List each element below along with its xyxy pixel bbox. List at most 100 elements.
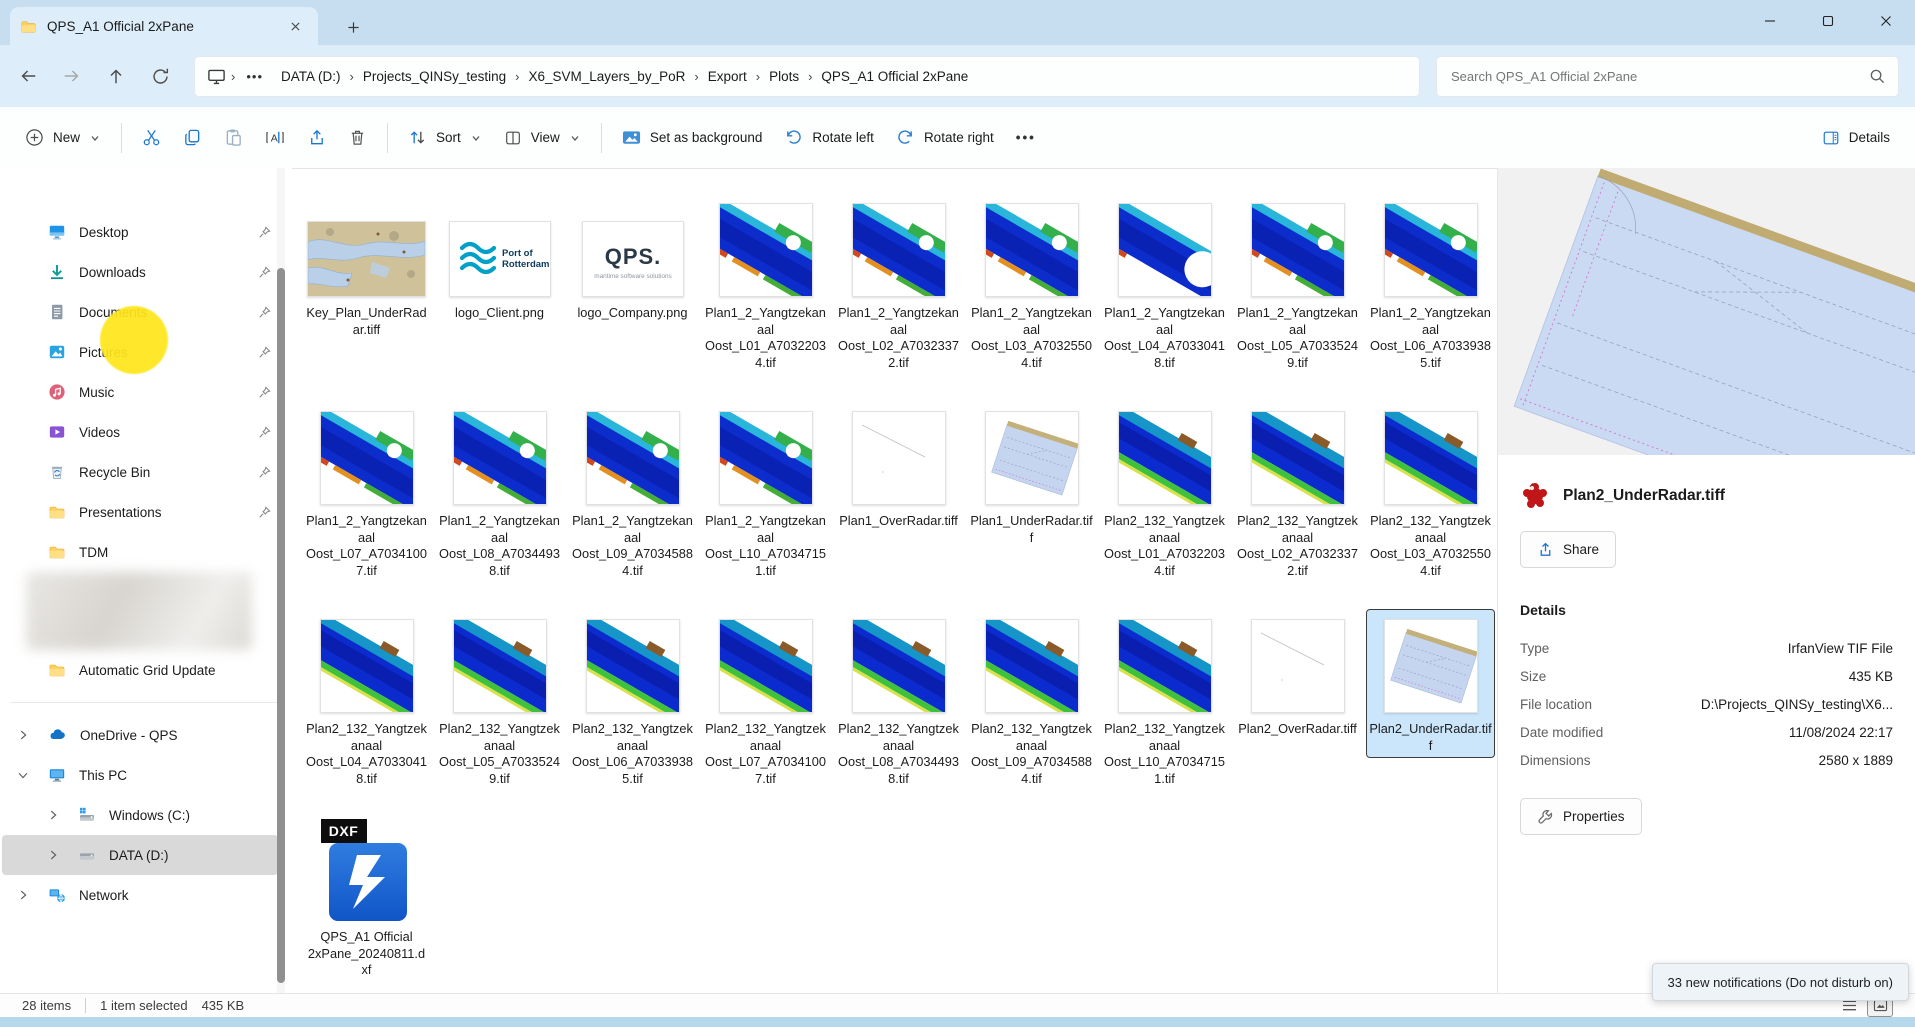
notification-toast[interactable]: 33 new notifications (Do not disturb on) <box>1651 963 1909 1001</box>
sidebar-item-music[interactable]: Music <box>2 372 278 412</box>
documents-icon <box>48 303 66 321</box>
more-options-button[interactable]: ••• <box>1005 121 1047 154</box>
details-pane-button[interactable]: Details <box>1811 120 1901 156</box>
up-button[interactable] <box>94 56 138 96</box>
breadcrumb-item[interactable]: Plots <box>761 65 807 88</box>
properties-button[interactable]: Properties <box>1520 798 1642 835</box>
file-thumbnail <box>585 613 680 713</box>
search-icon[interactable] <box>1869 68 1886 85</box>
rotate-left-button[interactable]: Rotate left <box>773 119 885 156</box>
file-tile[interactable]: Plan2_132_Yangtzekanaal Oost_L02_A703233… <box>1234 402 1361 582</box>
file-tile[interactable]: Plan1_2_Yangtzekanaal Oost_L03_A70325504… <box>968 194 1095 374</box>
sidebar-item-pictures[interactable]: Pictures <box>2 332 278 372</box>
file-tile[interactable]: Plan2_132_Yangtzekanaal Oost_L09_A703458… <box>968 610 1095 790</box>
breadcrumb-item[interactable]: DATA (D:) <box>273 65 349 88</box>
file-tile[interactable]: Key_Plan_UnderRadar.tiff <box>303 194 430 341</box>
sidebar-item-label: Automatic Grid Update <box>79 662 216 678</box>
address-input[interactable]: › ••• DATA (D:) › Projects_QINSy_testing › X… <box>194 55 1420 97</box>
forward-button[interactable] <box>50 56 94 96</box>
chevron-down-icon[interactable] <box>16 768 32 782</box>
file-tile[interactable]: Plan1_2_Yangtzekanaal Oost_L01_A70322034… <box>702 194 829 374</box>
pin-icon <box>257 345 272 360</box>
file-tile[interactable]: Plan2_132_Yangtzekanaal Oost_L10_A703471… <box>1101 610 1228 790</box>
file-tile[interactable]: Plan1_2_Yangtzekanaal Oost_L09_A70345884… <box>569 402 696 582</box>
file-tile[interactable]: Plan2_132_Yangtzekanaal Oost_L08_A703449… <box>835 610 962 790</box>
new-button[interactable]: New <box>14 119 112 156</box>
file-tile[interactable]: Plan2_OverRadar.tiff <box>1234 610 1361 741</box>
sidebar-item-recycle-bin[interactable]: Recycle Bin <box>2 452 278 492</box>
file-tile[interactable]: Plan2_132_Yangtzekanaal Oost_L05_A703352… <box>436 610 563 790</box>
file-thumbnail <box>1383 405 1478 505</box>
file-tile[interactable]: DXF QPS_A1 Official 2xPane_20240811.dxf <box>303 818 430 982</box>
scrollbar-thumb[interactable] <box>277 268 285 983</box>
minimize-button[interactable] <box>1741 0 1799 42</box>
file-tile[interactable]: Plan1_2_Yangtzekanaal Oost_L06_A70339385… <box>1367 194 1494 374</box>
file-tile[interactable]: Plan1_OverRadar.tiff <box>835 402 962 533</box>
sidebar-item-documents[interactable]: Documents <box>2 292 278 332</box>
file-tile[interactable]: Plan2_132_Yangtzekanaal Oost_L03_A703255… <box>1367 402 1494 582</box>
file-name: Plan2_132_Yangtzekanaal Oost_L01_A703220… <box>1104 513 1225 578</box>
preview-file-name: Plan2_UnderRadar.tiff <box>1563 487 1725 504</box>
file-tile[interactable]: Plan1_2_Yangtzekanaal Oost_L07_A70341007… <box>303 402 430 582</box>
breadcrumb-item[interactable]: X6_SVM_Layers_by_PoR <box>521 65 694 88</box>
paste-button[interactable] <box>213 119 254 156</box>
sidebar-item-tdm[interactable]: TDM <box>2 532 278 572</box>
rename-button[interactable]: A <box>254 119 296 156</box>
file-tile[interactable]: Plan1_2_Yangtzekanaal Oost_L02_A70323372… <box>835 194 962 374</box>
file-tile[interactable]: Plan2_132_Yangtzekanaal Oost_L04_A703304… <box>303 610 430 790</box>
file-tile[interactable]: Plan2_132_Yangtzekanaal Oost_L01_A703220… <box>1101 402 1228 582</box>
view-button[interactable]: View <box>493 120 592 156</box>
chevron-right-icon[interactable] <box>16 728 32 742</box>
file-tile[interactable]: Plan1_2_Yangtzekanaal Oost_L08_A70344938… <box>436 402 563 582</box>
share-button[interactable] <box>296 119 337 156</box>
sidebar-item-onedrive-qps[interactable]: OneDrive - QPS <box>2 715 278 755</box>
plan-preview-image <box>1513 168 1915 455</box>
breadcrumb-item[interactable]: Projects_QINSy_testing <box>355 65 514 88</box>
search-box[interactable] <box>1436 55 1899 97</box>
breadcrumb-overflow-icon[interactable]: ••• <box>240 69 269 84</box>
chevron-right-icon[interactable] <box>46 808 62 822</box>
address-bar: › ••• DATA (D:) › Projects_QINSy_testing › X… <box>0 45 1915 107</box>
sidebar-item-network[interactable]: Network <box>2 875 278 915</box>
sidebar-item-this-pc[interactable]: This PC <box>2 755 278 795</box>
file-name: Plan1_2_Yangtzekanaal Oost_L01_A70322034… <box>705 305 826 370</box>
sidebar-item-automatic-grid-update[interactable]: Automatic Grid Update <box>2 650 278 690</box>
new-tab-button[interactable] <box>340 14 366 40</box>
delete-button[interactable] <box>337 119 378 156</box>
refresh-button[interactable] <box>138 56 182 96</box>
maximize-button[interactable] <box>1799 0 1857 42</box>
breadcrumb-item[interactable]: QPS_A1 Official 2xPane <box>813 65 976 88</box>
file-tile[interactable]: Plan1_2_Yangtzekanaal Oost_L04_A70330418… <box>1101 194 1228 374</box>
file-tile[interactable]: Plan1_2_Yangtzekanaal Oost_L10_A70347151… <box>702 402 829 582</box>
pin-icon <box>257 465 272 480</box>
file-tile[interactable]: Plan2_132_Yangtzekanaal Oost_L06_A703393… <box>569 610 696 790</box>
sidebar-item-windows-c[interactable]: Windows (C:) <box>2 795 278 835</box>
file-tile[interactable]: Plan1_UnderRadar.tiff <box>968 402 1095 549</box>
rotate-right-button[interactable]: Rotate right <box>885 119 1005 156</box>
sidebar-item-videos[interactable]: Videos <box>2 412 278 452</box>
sidebar-scrollbar[interactable] <box>277 168 285 994</box>
file-tile[interactable]: Port of Rotterdam logo_Client.png <box>436 194 563 325</box>
file-tile[interactable]: Plan2_132_Yangtzekanaal Oost_L07_A703410… <box>702 610 829 790</box>
chevron-right-icon[interactable] <box>16 888 32 902</box>
file-tile[interactable]: QPS. maritime software solutions logo_Comp… <box>569 194 696 325</box>
file-tile[interactable]: Plan1_2_Yangtzekanaal Oost_L05_A70335249… <box>1234 194 1361 374</box>
sidebar-item-presentations[interactable]: Presentations <box>2 492 278 532</box>
set-as-background-button[interactable]: Set as background <box>611 121 774 155</box>
sidebar-item-desktop[interactable]: Desktop <box>2 212 278 252</box>
file-tile[interactable]: Plan2_UnderRadar.tiff <box>1366 609 1495 758</box>
sidebar-item-data-d[interactable]: DATA (D:) <box>2 835 278 875</box>
copy-button[interactable] <box>172 119 213 156</box>
cut-button[interactable] <box>131 119 172 156</box>
search-input[interactable] <box>1449 67 1869 85</box>
back-button[interactable] <box>6 56 50 96</box>
share-file-button[interactable]: Share <box>1520 531 1617 568</box>
sort-button[interactable]: Sort <box>397 119 493 156</box>
close-button[interactable] <box>1857 0 1915 42</box>
chevron-right-icon[interactable] <box>46 848 62 862</box>
rotate-left-icon <box>784 128 803 147</box>
breadcrumb-item[interactable]: Export <box>700 65 755 88</box>
explorer-tab[interactable]: QPS_A1 Official 2xPane <box>10 7 318 45</box>
tab-close-icon[interactable] <box>282 13 308 39</box>
sidebar-item-downloads[interactable]: Downloads <box>2 252 278 292</box>
